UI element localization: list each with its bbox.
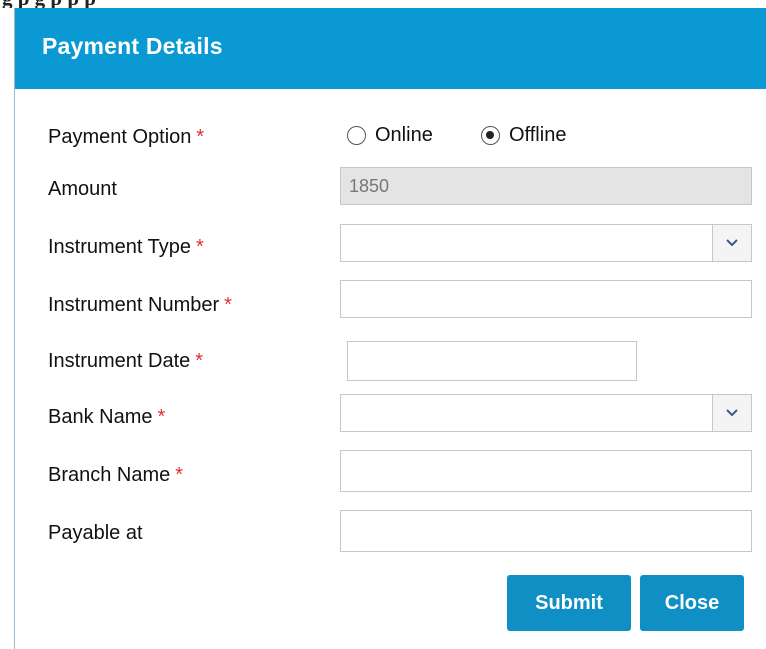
required-marker: * (224, 294, 232, 316)
payable-at-input[interactable] (340, 510, 752, 552)
branch-name-label: Branch Name * (48, 464, 184, 486)
close-button[interactable]: Close (640, 575, 744, 631)
instrument-number-input[interactable] (340, 280, 752, 318)
instrument-type-select[interactable] (340, 224, 752, 262)
bank-name-select[interactable] (340, 394, 752, 432)
payable-at-label: Payable at (48, 522, 143, 544)
radio-online[interactable]: Online (347, 122, 433, 148)
radio-offline-label: Offline (509, 123, 567, 146)
payment-option-label: Payment Option * (48, 126, 205, 148)
radio-online-label: Online (375, 123, 433, 146)
radio-offline[interactable]: Offline (481, 122, 566, 148)
required-marker: * (195, 350, 204, 372)
caption-text: g p g p p p (2, 0, 96, 8)
required-marker: * (196, 126, 205, 148)
required-marker: * (175, 464, 184, 486)
radio-offline-circle[interactable] (481, 125, 500, 145)
payment-details-dialog: Payment Details Payment Option * Online O… (14, 8, 766, 649)
amount-label: Amount (48, 178, 117, 200)
chevron-down-icon[interactable] (712, 225, 751, 261)
bank-name-label: Bank Name * (48, 406, 166, 428)
chevron-down-icon[interactable] (712, 395, 751, 431)
instrument-date-label: Instrument Date * (48, 350, 204, 372)
amount-field (340, 167, 752, 205)
cropped-caption: g p g p p p (0, 0, 766, 8)
required-marker: * (196, 236, 204, 258)
dialog-header: Payment Details (15, 8, 766, 89)
required-marker: * (157, 406, 166, 428)
dialog-title: Payment Details (42, 33, 223, 59)
radio-online-circle[interactable] (347, 125, 366, 145)
branch-name-input[interactable] (340, 450, 752, 492)
submit-button[interactable]: Submit (507, 575, 631, 631)
instrument-number-label: Instrument Number * (48, 294, 232, 316)
instrument-type-label: Instrument Type * (48, 236, 204, 258)
instrument-date-input[interactable] (347, 341, 637, 381)
